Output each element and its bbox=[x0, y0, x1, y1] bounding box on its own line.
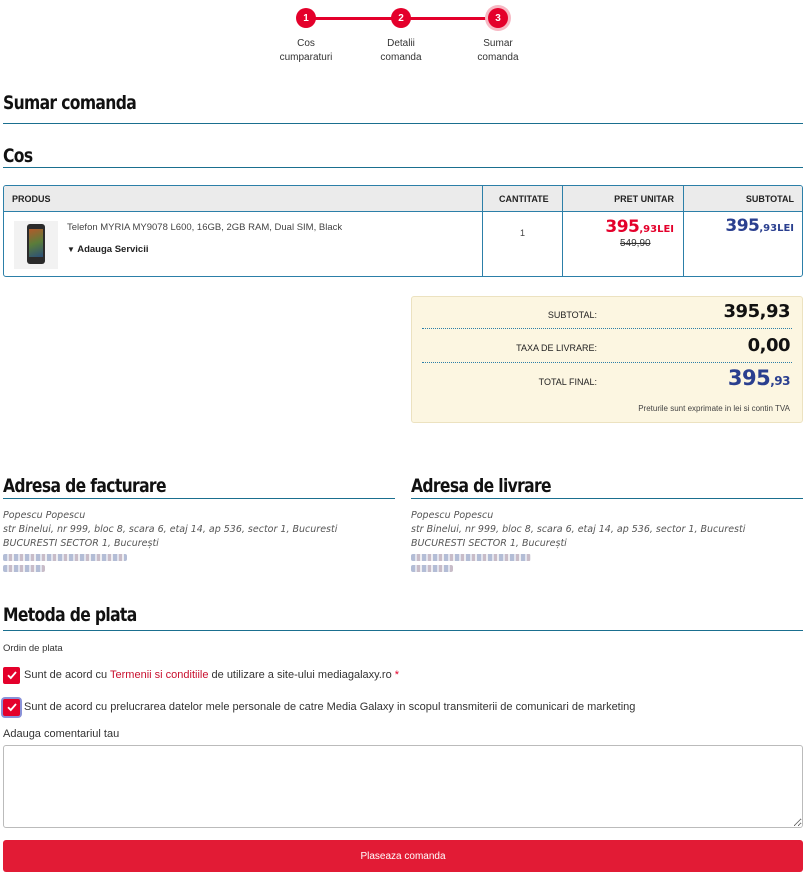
column-divider bbox=[482, 186, 483, 276]
checkout-stepper: 1 2 3 Cos cumparaturi Detalii comanda Suma… bbox=[0, 0, 806, 70]
totals-divider bbox=[422, 328, 792, 329]
cart-table: PRODUS CANTITATE PRET UNITAR SUBTOTAL Te… bbox=[3, 185, 803, 277]
terms-consent-text: Sunt de acord cu Termenii si conditiile … bbox=[24, 669, 399, 681]
billing-name: Popescu Popescu bbox=[3, 510, 86, 521]
terms-checkbox[interactable] bbox=[3, 666, 20, 684]
billing-phone-redacted bbox=[3, 565, 45, 572]
product-image[interactable] bbox=[14, 221, 58, 269]
product-name[interactable]: Telefon MYRIA MY9078 L600, 16GB, 2GB RAM… bbox=[67, 222, 342, 233]
billing-address: Popescu Popescu str Binelui, nr 999, blo… bbox=[3, 509, 337, 576]
step-2-label: Detalii comanda bbox=[356, 37, 446, 65]
step-3-label: Sumar comanda bbox=[453, 37, 543, 65]
shipping-address-title: Adresa de livrare bbox=[411, 475, 552, 497]
item-subtotal-decimal: ,93LEI bbox=[759, 223, 794, 234]
checkmark-icon bbox=[6, 703, 17, 712]
page-title: Sumar comanda bbox=[3, 92, 137, 114]
terms-prefix: Sunt de acord cu bbox=[24, 669, 111, 681]
phone-thumbnail bbox=[27, 224, 45, 264]
shipping-phone-redacted bbox=[411, 565, 453, 572]
shipping-fee-label: TAXA DE LIVRARE: bbox=[516, 343, 597, 353]
marketing-checkbox[interactable] bbox=[3, 698, 20, 716]
billing-title-divider bbox=[3, 498, 395, 499]
marketing-consent-row: Sunt de acord cu prelucrarea datelor mel… bbox=[3, 698, 635, 716]
vat-note: Preturile sunt exprimate in lei si conti… bbox=[638, 404, 790, 413]
shipping-address: Popescu Popescu str Binelui, nr 999, blo… bbox=[411, 509, 745, 576]
billing-address-title: Adresa de facturare bbox=[3, 475, 167, 497]
step-3-label-line1: Sumar bbox=[483, 38, 513, 49]
column-quantity: CANTITATE bbox=[499, 194, 549, 204]
billing-email-redacted bbox=[3, 554, 127, 561]
item-subtotal: 395,93LEI bbox=[725, 216, 794, 236]
unit-price: 395,93LEI bbox=[605, 217, 674, 237]
subtotal-value: 395,93 bbox=[723, 301, 791, 322]
shipping-street: str Binelui, nr 999, bloc 8, scara 6, et… bbox=[411, 524, 746, 535]
step-3-dot: 3 bbox=[488, 8, 508, 28]
billing-city: BUCURESTI SECTOR 1, București bbox=[3, 538, 159, 549]
totals-divider bbox=[422, 362, 792, 363]
add-services-label: Adauga Servicii bbox=[77, 244, 149, 255]
add-services-toggle[interactable]: ▼ Adauga Servicii bbox=[67, 244, 149, 255]
payment-method-value: Ordin de plata bbox=[3, 643, 63, 654]
column-product: PRODUS bbox=[12, 194, 51, 204]
shipping-email-redacted bbox=[411, 554, 531, 561]
column-subtotal: SUBTOTAL bbox=[745, 194, 794, 204]
item-subtotal-integer: 395 bbox=[725, 216, 760, 236]
column-divider bbox=[562, 186, 563, 276]
subtotal-label: SUBTOTAL: bbox=[547, 310, 597, 320]
final-total-integer: 395 bbox=[727, 366, 771, 390]
step-1-label-line2: cumparaturi bbox=[279, 52, 333, 63]
unit-price-decimal: ,93LEI bbox=[639, 224, 674, 235]
old-price: 549,90 bbox=[620, 238, 651, 249]
payment-method-title: Metoda de plata bbox=[3, 604, 137, 626]
terms-consent-row: Sunt de acord cu Termenii si conditiile … bbox=[3, 666, 399, 684]
step-2-label-line2: comanda bbox=[380, 52, 422, 63]
step-1-label: Cos cumparaturi bbox=[261, 37, 351, 65]
caret-down-icon: ▼ bbox=[67, 245, 75, 254]
step-3-label-line2: comanda bbox=[477, 52, 519, 63]
terms-link[interactable]: Termenii si conditiile bbox=[110, 669, 208, 681]
order-totals-box: SUBTOTAL: 395,93 TAXA DE LIVRARE: 0,00 T… bbox=[411, 296, 803, 423]
step-1-label-line1: Cos bbox=[297, 38, 315, 49]
comment-textarea[interactable] bbox=[3, 745, 803, 828]
cart-title: Cos bbox=[3, 145, 33, 167]
product-quantity: 1 bbox=[520, 228, 526, 238]
final-total-decimal: ,93 bbox=[770, 374, 790, 388]
final-total-label: TOTAL FINAL: bbox=[538, 377, 597, 387]
step-2-label-line1: Detalii bbox=[387, 38, 415, 49]
payment-title-divider bbox=[3, 630, 803, 631]
marketing-consent-text: Sunt de acord cu prelucrarea datelor mel… bbox=[24, 701, 636, 713]
final-total-value: 395,93 bbox=[727, 366, 791, 390]
shipping-title-divider bbox=[411, 498, 803, 499]
column-divider bbox=[683, 186, 684, 276]
cart-title-divider bbox=[3, 167, 803, 168]
terms-suffix: de utilizare a site-ului mediagalaxy.ro bbox=[208, 669, 395, 681]
column-unit-price: PRET UNITAR bbox=[614, 194, 674, 204]
step-2-dot[interactable]: 2 bbox=[391, 8, 411, 28]
required-asterisk: * bbox=[394, 669, 400, 681]
shipping-fee-value: 0,00 bbox=[747, 335, 791, 356]
billing-street: str Binelui, nr 999, bloc 8, scara 6, et… bbox=[3, 524, 338, 535]
unit-price-integer: 395 bbox=[605, 217, 640, 237]
place-order-button[interactable]: Plaseaza comanda bbox=[3, 840, 803, 872]
shipping-city: BUCURESTI SECTOR 1, București bbox=[411, 538, 567, 549]
comment-label: Adauga comentariul tau bbox=[3, 728, 120, 740]
page-title-divider bbox=[3, 123, 803, 124]
shipping-name: Popescu Popescu bbox=[411, 510, 494, 521]
step-1-dot[interactable]: 1 bbox=[296, 8, 316, 28]
checkmark-icon bbox=[6, 671, 17, 680]
